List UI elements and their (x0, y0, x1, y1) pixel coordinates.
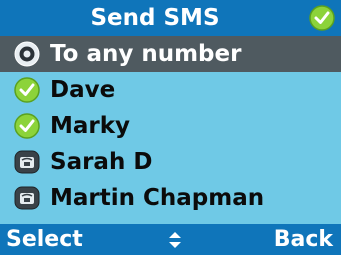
sms-screen: Send SMS To any number Dave Marky Sarah … (0, 0, 341, 255)
list-item-label: To any number (50, 41, 242, 67)
list-item-label: Dave (50, 77, 116, 103)
list-item-martin-chapman[interactable]: Martin Chapman (0, 180, 341, 216)
list-item-sarah-d[interactable]: Sarah D (0, 144, 341, 180)
skype-contact-phone-icon (14, 150, 40, 174)
skype-online-icon (309, 5, 335, 31)
softkey-bar: Select Back (0, 224, 341, 255)
list-item-marky[interactable]: Marky (0, 108, 341, 144)
list-item-dave[interactable]: Dave (0, 72, 341, 108)
skype-phone-icon (14, 41, 40, 67)
title-bar: Send SMS (0, 0, 341, 36)
back-softkey[interactable]: Back (274, 226, 333, 253)
page-title: Send SMS (90, 5, 220, 31)
list-item-label: Sarah D (50, 149, 153, 175)
contact-list: To any number Dave Marky Sarah D Martin … (0, 36, 341, 224)
skype-online-icon (14, 77, 40, 103)
skype-online-icon (14, 113, 40, 139)
list-item-any-number[interactable]: To any number (0, 36, 341, 72)
list-item-label: Martin Chapman (50, 185, 265, 211)
up-down-arrows-icon (169, 232, 181, 248)
select-softkey[interactable]: Select (6, 226, 83, 253)
list-item-label: Marky (50, 113, 131, 139)
skype-contact-phone-icon (14, 186, 40, 210)
